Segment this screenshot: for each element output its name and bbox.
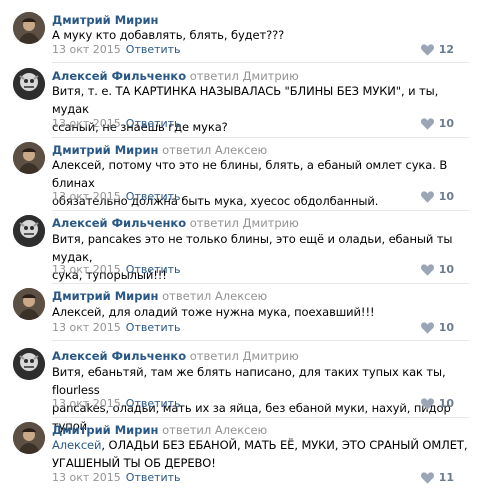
dmitry-avatar[interactable]: [13, 142, 45, 174]
like-count: 10: [438, 321, 454, 334]
like-button[interactable]: 10: [420, 189, 454, 205]
like-button[interactable]: 11: [420, 470, 454, 486]
reply-to-label: ответил: [162, 289, 212, 303]
comment-text: Алексей, ОЛАДЬИ БЕЗ ЕБАНОЙ, МАТЬ ЕЁ, МУК…: [52, 436, 472, 472]
divider: [52, 137, 469, 138]
heart-icon: [420, 264, 434, 276]
reply-target-link[interactable]: Алексею: [215, 423, 267, 437]
divider: [52, 62, 469, 63]
reply-to-label: ответил: [162, 143, 212, 157]
heart-icon: [420, 472, 434, 484]
dmitry-avatar[interactable]: [13, 422, 45, 454]
divider: [52, 283, 469, 284]
comment-date[interactable]: 13 окт 2015: [52, 43, 121, 56]
divider: [52, 210, 469, 211]
comment-item: Дмитрий Мирин ответил Алексею Алексей, д…: [0, 288, 483, 341]
comment-text-fragment: , ОЛАДЬИ БЕЗ ЕБАНОЙ, МАТЬ ЕЁ, МУКИ, ЭТО …: [101, 438, 468, 452]
author-link[interactable]: Алексей Фильченко: [52, 69, 186, 83]
reply-target-link[interactable]: Алексею: [215, 289, 267, 303]
reply-target-link[interactable]: Дмитрию: [243, 216, 299, 230]
comment-header: Алексей Фильченко ответил Дмитрию: [52, 215, 299, 231]
like-button[interactable]: 10: [420, 116, 454, 132]
comment-text-line: Витя, т. е. ТА КАРТИНКА НАЗЫВАЛАСЬ "БЛИН…: [52, 84, 439, 116]
author-link[interactable]: Алексей Фильченко: [52, 349, 186, 363]
heart-icon: [420, 398, 434, 410]
comment-text-line: Алексей, для оладий тоже нужна мука, пое…: [52, 305, 375, 319]
comment-date[interactable]: 13 окт 2015: [52, 321, 121, 334]
comment-item: Дмитрий Мирин А муку кто добавлять, блят…: [0, 12, 483, 63]
like-button[interactable]: 10: [420, 320, 454, 336]
alexey-avatar[interactable]: [13, 215, 45, 247]
comment-date[interactable]: 13 окт 2015: [52, 263, 121, 276]
author-link[interactable]: Дмитрий Мирин: [52, 13, 158, 27]
comment-date[interactable]: 13 окт 2015: [52, 397, 121, 410]
reply-target-link[interactable]: Алексею: [215, 143, 267, 157]
author-link[interactable]: Алексей Фильченко: [52, 216, 186, 230]
reply-target-link[interactable]: Дмитрию: [243, 349, 299, 363]
comment-meta: 13 окт 2015 Ответить: [52, 470, 181, 486]
comment-date[interactable]: 13 окт 2015: [52, 117, 121, 130]
reply-to-label: ответил: [189, 349, 239, 363]
reply-to-label: ответил: [189, 69, 239, 83]
comment-text-line: Витя, ебаньтяй, там же блять написано, д…: [52, 365, 446, 397]
like-count: 10: [438, 397, 454, 410]
like-count: 10: [438, 263, 454, 276]
reply-to-label: ответил: [162, 423, 212, 437]
comment-meta: 13 окт 2015 Ответить: [52, 42, 181, 58]
like-button[interactable]: 10: [420, 396, 454, 412]
like-count: 11: [438, 471, 454, 484]
reply-button[interactable]: Ответить: [126, 43, 181, 56]
divider: [52, 417, 469, 418]
reply-button[interactable]: Ответить: [126, 471, 181, 484]
comment-item: Алексей Фильченко ответил Дмитрию Витя, …: [0, 215, 483, 284]
author-link[interactable]: Дмитрий Мирин: [52, 289, 158, 303]
like-count: 10: [438, 117, 454, 130]
comment-item: Дмитрий Мирин ответил Алексею Алексей, п…: [0, 142, 483, 211]
like-count: 10: [438, 190, 454, 203]
reply-button[interactable]: Ответить: [126, 263, 181, 276]
heart-icon: [420, 322, 434, 334]
like-button[interactable]: 12: [420, 42, 454, 58]
author-link[interactable]: Дмитрий Мирин: [52, 423, 158, 437]
comment-date[interactable]: 13 окт 2015: [52, 190, 121, 203]
reply-to-label: ответил: [189, 216, 239, 230]
alexey-avatar[interactable]: [13, 348, 45, 380]
like-button[interactable]: 10: [420, 262, 454, 278]
comment-meta: 13 окт 2015 Ответить: [52, 396, 181, 412]
author-link[interactable]: Дмитрий Мирин: [52, 143, 158, 157]
reply-button[interactable]: Ответить: [126, 117, 181, 130]
comment-text: Алексей, для оладий тоже нужна мука, пое…: [52, 303, 472, 321]
comment-date[interactable]: 13 окт 2015: [52, 471, 121, 484]
reply-button[interactable]: Ответить: [126, 190, 181, 203]
comment-meta: 13 окт 2015 Ответить: [52, 116, 181, 132]
comment-text-line: Алексей, ОЛАДЬИ БЕЗ ЕБАНОЙ, МАТЬ ЕЁ, МУК…: [52, 436, 472, 454]
mention-link[interactable]: Алексей: [52, 438, 102, 452]
reply-button[interactable]: Ответить: [126, 321, 181, 334]
comment-meta: 13 окт 2015 Ответить: [52, 320, 181, 336]
comment-text-line: Витя, pancakes это не только блины, это …: [52, 232, 453, 264]
comment-item: Алексей Фильченко ответил Дмитрию Витя, …: [0, 68, 483, 138]
reply-target-link[interactable]: Дмитрию: [243, 69, 299, 83]
like-count: 12: [438, 43, 454, 56]
alexey-avatar[interactable]: [13, 68, 45, 100]
comment-header: Дмитрий Мирин ответил Алексею: [52, 288, 267, 304]
comment-item: Алексей Фильченко ответил Дмитрию Витя, …: [0, 348, 483, 433]
reply-button[interactable]: Ответить: [126, 397, 181, 410]
heart-icon: [420, 191, 434, 203]
comment-header: Алексей Фильченко ответил Дмитрию: [52, 348, 299, 364]
comment-meta: 13 окт 2015 Ответить: [52, 262, 181, 278]
heart-icon: [420, 118, 434, 130]
comment-text-line: Алексей, потому что это не блины, блять,…: [52, 158, 448, 190]
comment-meta: 13 окт 2015 Ответить: [52, 189, 181, 205]
divider: [52, 340, 469, 341]
heart-icon: [420, 44, 434, 56]
comment-item: Дмитрий Мирин ответил Алексею Алексей, О…: [0, 422, 483, 488]
dmitry-avatar[interactable]: [13, 288, 45, 320]
dmitry-avatar[interactable]: [13, 12, 45, 44]
